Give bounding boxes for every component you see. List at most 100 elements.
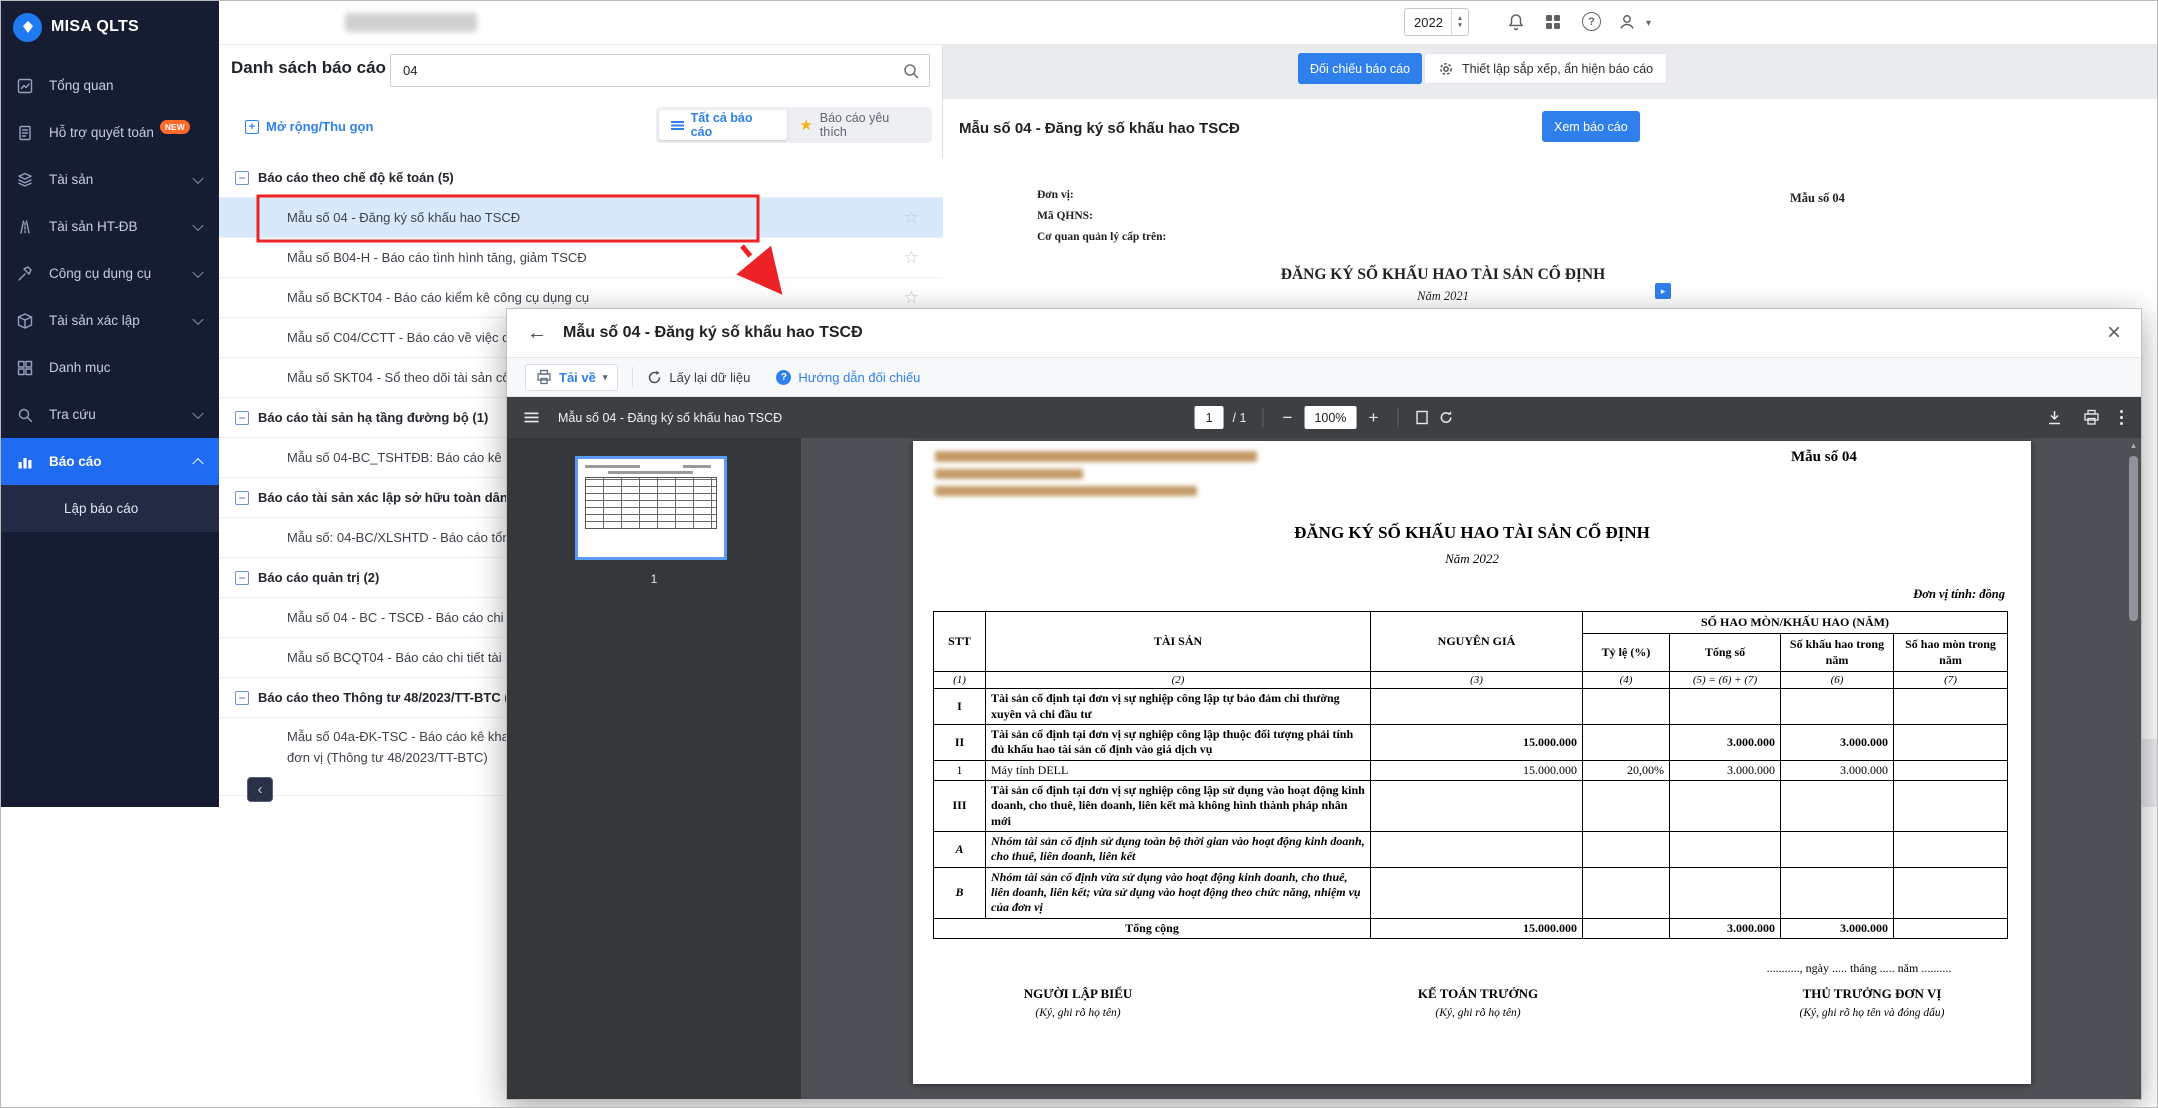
collapse-box-icon[interactable]: − bbox=[235, 571, 249, 585]
page-thumbnail[interactable] bbox=[575, 456, 727, 560]
scrollbar-thumb[interactable] bbox=[2129, 456, 2138, 621]
group-label: Báo cáo theo Thông tư 48/2023/TT-BTC ( bbox=[258, 690, 509, 705]
filter-favorite-reports[interactable]: ★ Báo cáo yêu thích bbox=[787, 110, 929, 140]
sidebar-item-tong-quan[interactable]: Tổng quan bbox=[0, 62, 219, 109]
expand-collapse-toggle[interactable]: + Mở rộng/Thu gọn bbox=[245, 119, 373, 134]
search-icon bbox=[16, 406, 34, 424]
search-input[interactable] bbox=[391, 55, 929, 86]
cell: (3) bbox=[1371, 672, 1583, 689]
sidebar-item-label: Báo cáo bbox=[49, 454, 102, 469]
doc-title: ĐĂNG KÝ SỐ KHẤU HAO TÀI SẢN CỐ ĐỊNH bbox=[1003, 266, 1883, 284]
report-item[interactable]: Mẫu số B04-H - Báo cáo tình hình tăng, g… bbox=[219, 238, 943, 278]
sidebar-item-label: Công cụ dụng cụ bbox=[49, 266, 151, 281]
zoom-level[interactable]: 100% bbox=[1304, 406, 1356, 429]
report-settings-button[interactable]: Thiết lập sắp xếp, ẩn hiện báo cáo bbox=[1424, 53, 1667, 84]
rotate-icon[interactable] bbox=[1438, 410, 1453, 425]
collapse-box-icon[interactable]: − bbox=[235, 691, 249, 705]
col-header: NGUYÊN GIÁ bbox=[1371, 612, 1583, 672]
preview-next-button[interactable]: ▸ bbox=[1655, 283, 1671, 299]
hamburger-menu-icon[interactable] bbox=[523, 409, 540, 426]
table-row: III Tài sản cố định tại đơn vị sự nghiệp… bbox=[934, 780, 2008, 831]
new-badge: NEW bbox=[160, 120, 190, 134]
sidebar-collapse-button[interactable]: ‹ bbox=[247, 777, 273, 802]
plus-box-icon: + bbox=[245, 120, 259, 134]
report-item-label: Mẫu số BCKT04 - Báo cáo kiểm kê công cụ … bbox=[287, 290, 589, 305]
filter-all-reports[interactable]: Tất cả báo cáo bbox=[659, 110, 787, 140]
year-select[interactable]: 2022 ▲▼ bbox=[1404, 8, 1469, 36]
col-header: Tổng số bbox=[1670, 634, 1781, 672]
sidebar-item-tra-cuu[interactable]: Tra cứu bbox=[0, 391, 219, 438]
reload-label: Lấy lại dữ liệu bbox=[669, 370, 750, 385]
page-number-input[interactable]: 1 bbox=[1195, 406, 1224, 429]
sidebar-item-tai-san-ht-db[interactable]: Tài sản HT-ĐB bbox=[0, 203, 219, 250]
modal-header: ← Mẫu số 04 - Đăng ký số khấu hao TSCĐ × bbox=[507, 309, 2141, 358]
reload-data-button[interactable]: Lấy lại dữ liệu bbox=[647, 370, 750, 385]
table-row: 1 Máy tính DELL 15.000.000 20,00% 3.000.… bbox=[934, 760, 2008, 780]
collapse-box-icon[interactable]: − bbox=[235, 171, 249, 185]
cell: 15.000.000 bbox=[1371, 724, 1583, 760]
cell: 1 bbox=[934, 760, 986, 780]
caret-down-icon: ▾ bbox=[603, 372, 608, 383]
cell: III bbox=[934, 780, 986, 831]
zoom-in-button[interactable]: + bbox=[1365, 408, 1381, 428]
cell: 15.000.000 bbox=[1371, 918, 1583, 938]
collapse-box-icon[interactable]: − bbox=[235, 491, 249, 505]
spinner-arrows-icon[interactable]: ▲▼ bbox=[1451, 9, 1468, 35]
list-icon bbox=[671, 121, 684, 130]
notification-bell-icon[interactable] bbox=[1506, 12, 1526, 32]
chevron-down-icon bbox=[192, 266, 203, 277]
cell bbox=[1894, 780, 2008, 831]
cell: Nhóm tài sản cố định vừa sử dụng vào hoạ… bbox=[986, 867, 1371, 918]
preview-title: Mẫu số 04 - Đăng ký số khấu hao TSCĐ bbox=[959, 120, 1240, 137]
sidebar-item-lap-bao-cao[interactable]: Lập báo cáo bbox=[0, 485, 219, 532]
cell: (7) bbox=[1894, 672, 2008, 689]
sidebar-item-tai-san-xac-lap[interactable]: Tài sản xác lập bbox=[0, 297, 219, 344]
redacted-org-name bbox=[345, 13, 477, 32]
sidebar-item-tai-san[interactable]: Tài sản bbox=[0, 156, 219, 203]
report-item-selected[interactable]: Mẫu số 04 - Đăng ký số khấu hao TSCĐ ☆ bbox=[219, 198, 943, 238]
divider bbox=[1397, 408, 1398, 427]
favorite-star-icon[interactable]: ☆ bbox=[904, 208, 919, 228]
col-header: STT bbox=[934, 612, 986, 672]
sidebar-item-ho-tro-quyet-toan[interactable]: Hỗ trợ quyết toán NEW bbox=[0, 109, 219, 156]
view-report-button[interactable]: Xem báo cáo bbox=[1542, 111, 1640, 142]
back-arrow-icon[interactable]: ← bbox=[527, 322, 547, 345]
print-icon[interactable] bbox=[2083, 409, 2100, 426]
sidebar-item-bao-cao[interactable]: Báo cáo bbox=[0, 438, 219, 485]
cell bbox=[1894, 832, 2008, 868]
guide-label: Hướng dẫn đối chiếu bbox=[798, 370, 920, 385]
favorite-star-icon[interactable]: ☆ bbox=[904, 248, 919, 268]
thumbnail-rail: 1 bbox=[507, 438, 801, 1099]
gear-icon bbox=[1438, 61, 1454, 77]
user-account-icon[interactable] bbox=[1617, 12, 1637, 32]
fit-page-icon[interactable] bbox=[1414, 410, 1429, 425]
cell: Tài sản cố định tại đơn vị sự nghiệp côn… bbox=[986, 689, 1371, 725]
report-group[interactable]: − Báo cáo theo chế độ kế toán (5) bbox=[219, 158, 943, 198]
signature-block: THỦ TRƯỞNG ĐƠN VỊ (Ký, ghi rõ họ tên và … bbox=[1713, 986, 2031, 1019]
table-row: B Nhóm tài sản cố định vừa sử dụng vào h… bbox=[934, 867, 2008, 918]
sidebar-item-danh-muc[interactable]: Danh mục bbox=[0, 344, 219, 391]
col-header: TÀI SẢN bbox=[986, 612, 1371, 672]
scroll-up-arrow-icon[interactable]: ▲ bbox=[2129, 441, 2138, 450]
download-icon[interactable] bbox=[2046, 409, 2063, 426]
more-options-icon[interactable] bbox=[2120, 410, 2124, 426]
pdf-document-title: Mẫu số 04 - Đăng ký số khấu hao TSCĐ bbox=[558, 411, 782, 425]
chevron-down-icon bbox=[192, 313, 203, 324]
user-menu-caret-icon[interactable]: ▾ bbox=[1646, 18, 1651, 29]
pdf-page-controls: 1 / 1 − 100% + bbox=[1195, 406, 1454, 429]
compare-reports-button[interactable]: Đối chiếu báo cáo bbox=[1298, 53, 1422, 84]
zoom-out-button[interactable]: − bbox=[1279, 408, 1295, 428]
help-icon[interactable]: ? bbox=[1582, 12, 1601, 31]
favorite-star-icon[interactable]: ☆ bbox=[904, 288, 919, 308]
collapse-box-icon[interactable]: − bbox=[235, 411, 249, 425]
cell bbox=[1371, 780, 1583, 831]
comparison-guide-button[interactable]: ? Hướng dẫn đối chiếu bbox=[776, 370, 920, 385]
download-report-button[interactable]: Tải về ▾ bbox=[525, 364, 618, 391]
apps-grid-icon[interactable] bbox=[1544, 13, 1562, 31]
sidebar-item-cong-cu-dung-cu[interactable]: Công cụ dụng cụ bbox=[0, 250, 219, 297]
search-icon[interactable] bbox=[902, 62, 920, 80]
table-row: II Tài sản cố định tại đơn vị sự nghiệp … bbox=[934, 724, 2008, 760]
close-icon[interactable]: × bbox=[2107, 321, 2121, 345]
pdf-toolbar: Mẫu số 04 - Đăng ký số khấu hao TSCĐ 1 /… bbox=[507, 397, 2141, 438]
thumb-sketch bbox=[585, 465, 640, 468]
